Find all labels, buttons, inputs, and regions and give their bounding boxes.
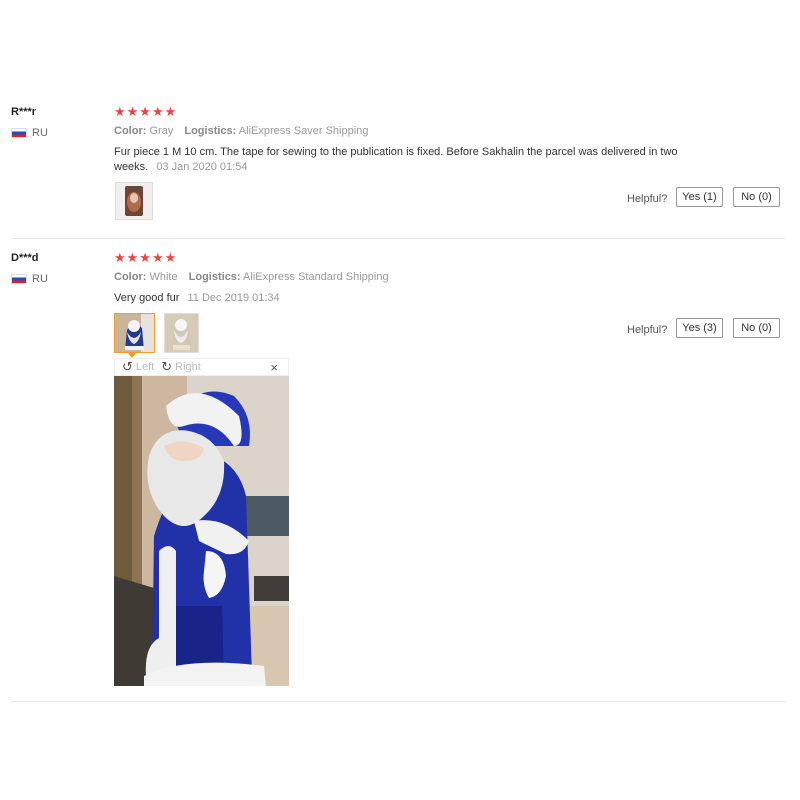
star-rating: ★★★★★ <box>114 250 178 265</box>
star-rating: ★★★★★ <box>114 104 178 119</box>
review-divider <box>11 238 785 239</box>
rotate-left-icon[interactable]: ↺ <box>122 359 133 375</box>
reviewer-country: RU <box>11 273 48 285</box>
review-date: 03 Jan 2020 01:54 <box>156 161 248 173</box>
rotate-left-button[interactable]: Left <box>136 361 154 373</box>
color-key: Color: <box>114 125 147 137</box>
review-text: Fur piece 1 M 10 cm. The tape for sewing… <box>114 145 694 175</box>
rotate-right-button[interactable]: Right <box>175 361 201 373</box>
color-value: Gray <box>149 125 174 137</box>
review-photo-thumbnail-selected[interactable] <box>114 313 155 353</box>
color-key: Color: <box>114 271 147 283</box>
reviewer-name: D***d <box>11 252 39 264</box>
helpful-label: Helpful? <box>627 193 668 205</box>
review-photo-thumbnail[interactable] <box>164 313 199 353</box>
color-value: White <box>149 271 178 283</box>
russia-flag-icon <box>11 274 27 284</box>
photo-thumbnail-image <box>115 314 154 352</box>
country-code: RU <box>32 127 48 139</box>
russia-flag-icon <box>11 128 27 138</box>
logistics-key: Logistics: <box>184 125 237 137</box>
review-photo-thumbnail[interactable] <box>115 182 153 220</box>
helpful-yes-button[interactable]: Yes (3) <box>676 318 723 338</box>
country-code: RU <box>32 273 48 285</box>
review-date: 11 Dec 2019 01:34 <box>187 292 280 304</box>
helpful-no-button[interactable]: No (0) <box>733 187 780 207</box>
logistics-key: Logistics: <box>188 271 241 283</box>
image-viewer-toolbar: ↺ Left ↻ Right × <box>114 358 289 376</box>
helpful-no-button[interactable]: No (0) <box>733 318 780 338</box>
santa-figure-photo <box>114 376 289 686</box>
review-meta: Color: Gray Logistics: AliExpress Saver … <box>114 125 368 137</box>
close-viewer-button[interactable]: × <box>270 360 278 375</box>
helpful-label: Helpful? <box>627 324 668 336</box>
reviewer-country: RU <box>11 127 48 139</box>
reviewer-name: R***r <box>11 106 37 118</box>
logistics-value: AliExpress Saver Shipping <box>238 125 369 137</box>
review-body: Very good fur <box>114 292 180 304</box>
helpful-yes-button[interactable]: Yes (1) <box>676 187 723 207</box>
review-text: Very good fur 11 Dec 2019 01:34 <box>114 291 694 306</box>
photo-thumbnail-image <box>165 314 198 352</box>
review-meta: Color: White Logistics: AliExpress Stand… <box>114 271 389 283</box>
logistics-value: AliExpress Standard Shipping <box>243 271 389 283</box>
enlarged-review-photo <box>114 376 289 686</box>
review-divider <box>11 701 785 702</box>
photo-thumbnail-image <box>116 183 152 219</box>
rotate-right-icon[interactable]: ↻ <box>161 359 172 375</box>
